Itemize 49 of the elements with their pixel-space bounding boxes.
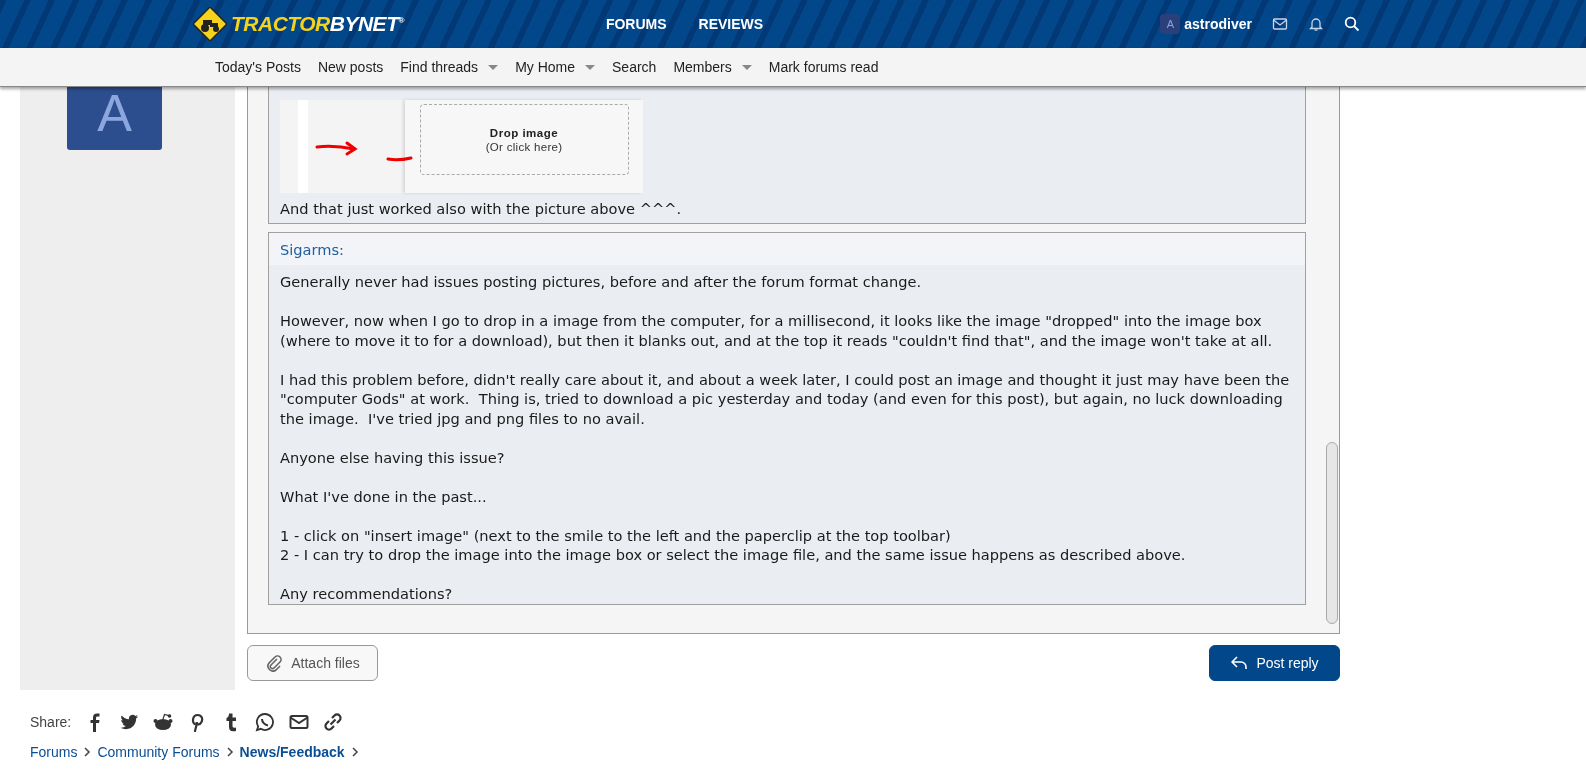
nav-tab[interactable]: REVIEWS (696, 10, 766, 38)
nav-link[interactable]: New posts (317, 59, 384, 75)
quote-text: Anyone else having this issue? (280, 447, 506, 467)
reply-arrow-icon (1230, 654, 1249, 672)
scrollbar-thumb[interactable] (1326, 442, 1338, 624)
nav-link[interactable]: Members (673, 59, 732, 75)
username-link[interactable]: astrodiver (1184, 16, 1252, 32)
caret-icon[interactable] (488, 64, 499, 70)
drop-zone-hint: (Or click here) (485, 140, 563, 153)
nav-tab[interactable]: FORUMS (603, 10, 669, 38)
chevron-icon (350, 747, 359, 757)
chevron-icon (225, 747, 234, 757)
mail-icon[interactable] (289, 712, 310, 732)
user-avatar[interactable]: A (1160, 14, 1181, 34)
twitter-icon[interactable] (119, 712, 140, 732)
chevron-icon (83, 747, 92, 757)
caret-icon[interactable] (741, 64, 752, 70)
breadcrumb-link[interactable]: Forums (30, 744, 78, 760)
quote-text: What I've done in the past... (280, 486, 488, 506)
breadcrumb-link[interactable]: News/Feedback (239, 744, 345, 760)
bell-icon[interactable] (1308, 16, 1324, 32)
nav-link[interactable]: Search (612, 59, 657, 75)
drop-zone-title: Drop image (489, 126, 559, 139)
reddit-icon[interactable] (153, 712, 174, 732)
quote-text: I had this problem before, didn't really care about it, and about a week later, I could post an image and thought it just may have been the "computer Gods" at work. Thing is, tried to download a pic yesterday and today (and even for this post), but again, no luck downloading the image. I've tried jpg and png files to no avail. (280, 369, 1291, 428)
quote-text: 2 - I can try to drop the image into the image box or select the image file, and the same issue happens as described above. (280, 545, 1187, 565)
paperclip-icon (265, 654, 284, 672)
link-icon[interactable] (323, 712, 344, 732)
share-label: Share: (30, 714, 72, 730)
quote-text: However, now when I go to drop in a image from the computer, for a millisecond, it looks like the image "dropped" into the image box (where to move it to for a download), but then it blanks out, and at the top it reads "couldn't find that", and the image won't take at all. (280, 311, 1274, 350)
mail-icon[interactable] (1272, 16, 1288, 32)
post-reply-button[interactable]: Post reply (1209, 645, 1340, 681)
caret-icon[interactable] (585, 64, 596, 70)
logo-text[interactable]: TRACTORBYNET$^{®}$ (231, 12, 404, 36)
nav-link[interactable]: Mark forums read (768, 59, 879, 75)
search-icon[interactable] (1344, 16, 1360, 32)
breadcrumb-link[interactable]: Community Forums (97, 744, 220, 760)
tractor-sign-icon[interactable] (193, 7, 227, 41)
attach-files-button[interactable]: Attach files (247, 645, 378, 681)
message-text: And that just worked also with the picture above ^^^. (280, 200, 683, 217)
message-editor[interactable] (247, 87, 1340, 634)
quote-author-link[interactable]: Sigarms: (280, 240, 344, 258)
nav-link[interactable]: Today's Posts (215, 59, 301, 75)
nav-link[interactable]: My Home (515, 59, 576, 75)
whatsapp-icon[interactable] (255, 712, 276, 732)
quote-text: Generally never had issues posting pictures, before and after the forum format change. (280, 272, 923, 292)
quote-text: 1 - click on "insert image" (next to the smile to the left and the paperclip at the top toolbar) (280, 525, 952, 545)
nav-link[interactable]: Find threads (400, 59, 479, 75)
quote-text: Any recommendations? (280, 584, 454, 604)
